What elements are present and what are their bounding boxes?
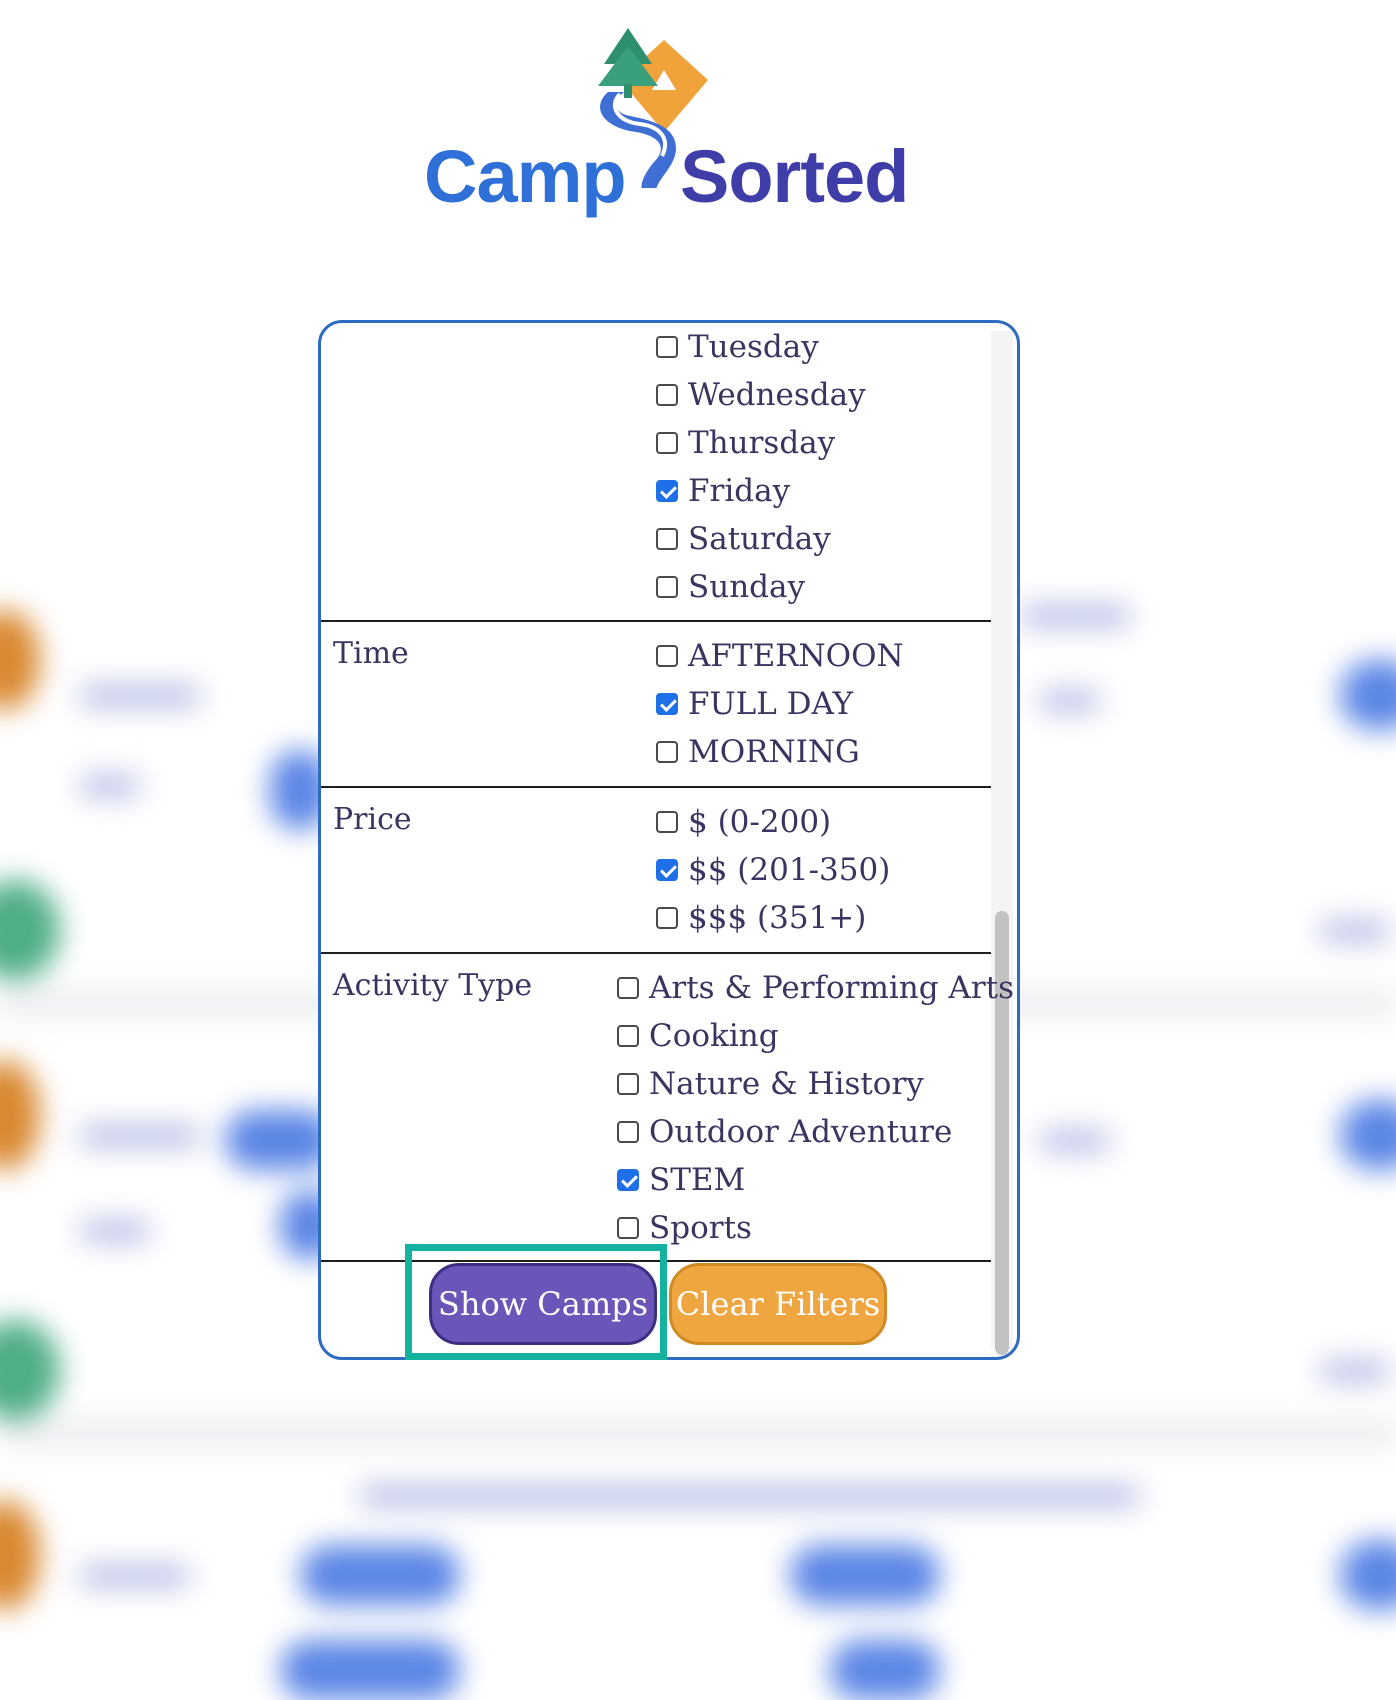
bg-text: [1320, 920, 1390, 942]
checkbox[interactable]: [656, 384, 678, 406]
checkbox-option-wednesday[interactable]: Wednesday: [656, 375, 866, 415]
option-label: Sunday: [688, 569, 806, 605]
bg-text: [80, 775, 140, 797]
bg-button: [1340, 1540, 1396, 1610]
checkbox-option-price-low[interactable]: $ (0-200): [656, 802, 831, 842]
checkbox-checked[interactable]: [656, 693, 678, 715]
logo-text-camp: Camp: [424, 135, 627, 218]
option-label: Thursday: [688, 425, 836, 461]
option-label: $$$ (351+): [688, 900, 867, 936]
checkbox-checked[interactable]: [656, 480, 678, 502]
checkbox-option-friday[interactable]: Friday: [656, 471, 790, 511]
checkbox[interactable]: [656, 907, 678, 929]
filter-row-time: Time AFTERNOON FULL DAY MORNING: [321, 620, 991, 788]
bg-text: [1040, 1130, 1110, 1152]
filter-label-time: Time: [333, 636, 409, 671]
bg-button: [1340, 1100, 1396, 1170]
bg-text: [80, 685, 200, 707]
clear-filters-button[interactable]: Clear Filters: [669, 1263, 887, 1345]
checkbox[interactable]: [656, 645, 678, 667]
bg-text: [80, 1220, 150, 1242]
bg-text: [360, 1485, 1140, 1507]
checkbox-option-morning[interactable]: MORNING: [656, 732, 860, 772]
filter-label-activity-type: Activity Type: [333, 968, 533, 1003]
option-label: Outdoor Adventure: [649, 1114, 953, 1150]
filter-row-activity-type: Activity Type Arts & Performing Arts Coo…: [321, 952, 1014, 1262]
option-label: Saturday: [688, 521, 831, 557]
checkbox-option-tuesday[interactable]: Tuesday: [656, 327, 819, 367]
option-label: $ (0-200): [688, 804, 832, 840]
checkbox[interactable]: [617, 1025, 639, 1047]
checkbox[interactable]: [656, 336, 678, 358]
bg-button: [790, 1545, 940, 1605]
filter-label-price: Price: [333, 802, 412, 837]
checkbox-option-arts[interactable]: Arts & Performing Arts: [617, 968, 1014, 1008]
checkbox[interactable]: [656, 811, 678, 833]
checkbox-option-outdoor-adventure[interactable]: Outdoor Adventure: [617, 1112, 952, 1152]
bg-button: [280, 1640, 460, 1700]
bg-thumbnail: [0, 1500, 40, 1610]
checkbox-checked[interactable]: [617, 1169, 639, 1191]
checkbox-option-afternoon[interactable]: AFTERNOON: [656, 636, 904, 676]
checkbox[interactable]: [656, 432, 678, 454]
filter-row-price: Price $ (0-200) $$ (201-350) $$$ (351+): [321, 786, 991, 954]
option-label: FULL DAY: [688, 686, 854, 722]
option-label: Tuesday: [688, 329, 819, 365]
bg-divider: [0, 1420, 1396, 1446]
option-label: MORNING: [688, 734, 860, 770]
checkbox[interactable]: [617, 1121, 639, 1143]
checkbox[interactable]: [656, 528, 678, 550]
bg-text: [1040, 690, 1100, 712]
bg-button: [1340, 660, 1396, 730]
bg-thumbnail: [0, 1060, 40, 1170]
bg-text: [1320, 1360, 1390, 1382]
checkbox-option-full-day[interactable]: FULL DAY: [656, 684, 853, 724]
checkbox-option-stem[interactable]: STEM: [617, 1160, 745, 1200]
bg-button: [300, 1545, 460, 1605]
checkbox-option-sunday[interactable]: Sunday: [656, 567, 805, 607]
bg-button: [830, 1640, 940, 1700]
checkbox-option-price-mid[interactable]: $$ (201-350): [656, 850, 890, 890]
option-label: Nature & History: [649, 1066, 924, 1102]
option-label: Friday: [688, 473, 791, 509]
option-label: STEM: [649, 1162, 746, 1198]
checkbox-option-nature-history[interactable]: Nature & History: [617, 1064, 924, 1104]
checkbox-option-price-high[interactable]: $$$ (351+): [656, 898, 866, 938]
bg-thumbnail: [0, 1320, 60, 1420]
option-label: Wednesday: [688, 377, 866, 413]
bg-text: [1020, 605, 1130, 627]
checkbox-option-thursday[interactable]: Thursday: [656, 423, 835, 463]
checkbox[interactable]: [656, 576, 678, 598]
option-label: Cooking: [649, 1018, 779, 1054]
option-label: Sports: [649, 1210, 752, 1246]
bg-thumbnail: [0, 880, 60, 980]
option-label: $$ (201-350): [688, 852, 891, 888]
bg-text: [80, 1125, 200, 1147]
checkbox[interactable]: [617, 1217, 639, 1239]
checkbox[interactable]: [617, 1073, 639, 1095]
checkbox-option-cooking[interactable]: Cooking: [617, 1016, 779, 1056]
bg-text: [80, 1565, 190, 1587]
checkbox-option-sports[interactable]: Sports: [617, 1208, 752, 1248]
checkbox-checked[interactable]: [656, 859, 678, 881]
filter-row-day: Tuesday Wednesday Thursday Friday Saturd…: [321, 323, 991, 622]
checkbox[interactable]: [617, 977, 639, 999]
checkbox[interactable]: [656, 741, 678, 763]
show-camps-highlight: [405, 1244, 667, 1360]
logo-text-sorted: Sorted: [680, 135, 909, 218]
bg-thumbnail: [0, 610, 40, 710]
option-label: AFTERNOON: [688, 638, 904, 674]
filter-panel: Tuesday Wednesday Thursday Friday Saturd…: [318, 320, 1020, 1360]
checkbox-option-saturday[interactable]: Saturday: [656, 519, 831, 559]
option-label: Arts & Performing Arts: [649, 970, 1015, 1006]
campsorted-logo[interactable]: Camp Sorted: [424, 28, 924, 214]
